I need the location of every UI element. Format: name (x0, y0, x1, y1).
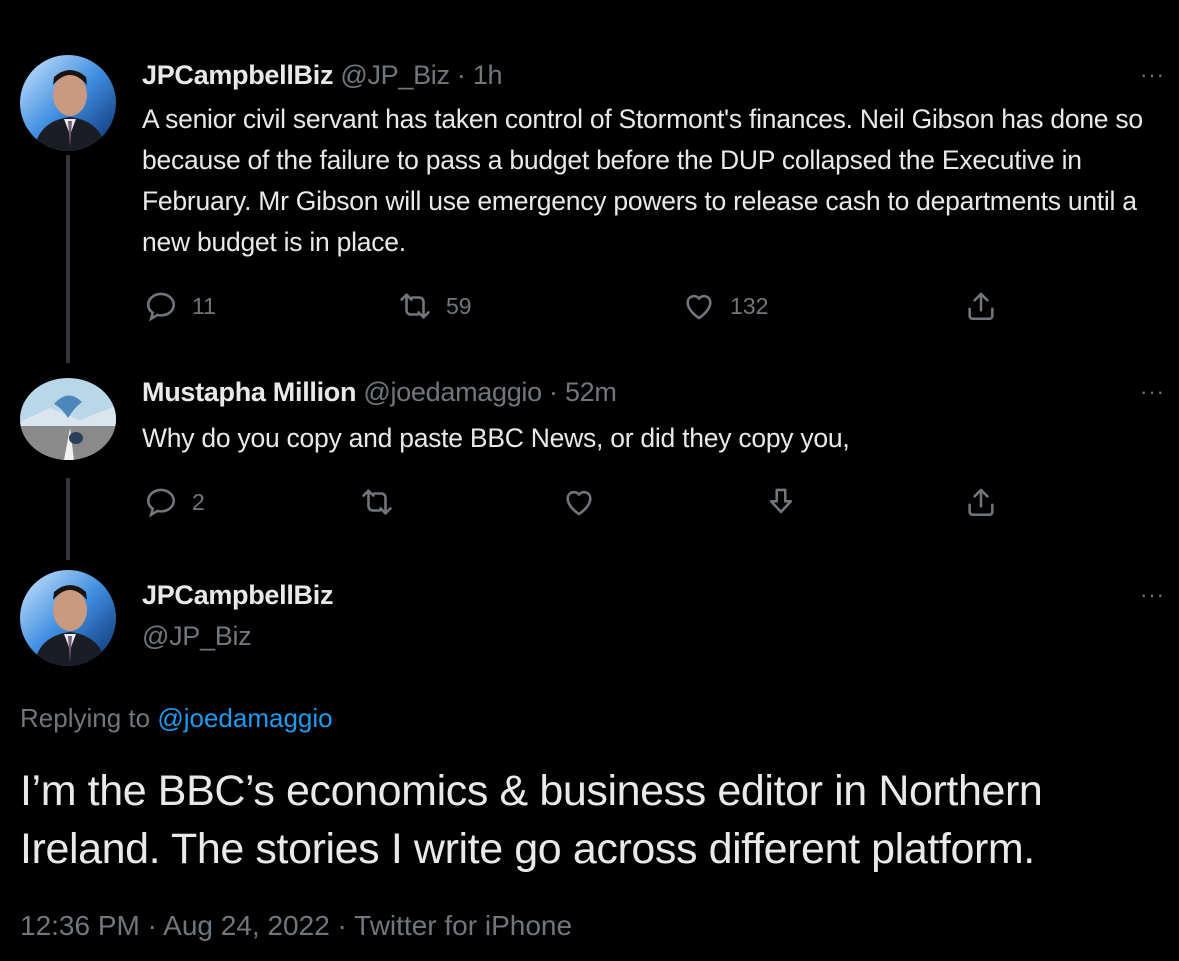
user-handle[interactable]: @JP_Biz (142, 621, 252, 652)
tweet-header: JPCampbellBiz @JP_Biz · 1h (142, 60, 503, 91)
replying-to: Replying to @joedamaggio (20, 703, 333, 734)
thread-line (66, 155, 70, 363)
retweet-button[interactable]: 59 (398, 289, 472, 323)
main-tweet-text: I’m the BBC’s economics & business edito… (20, 767, 1043, 873)
reply-button[interactable]: 11 (144, 289, 216, 323)
retweet-icon (362, 489, 392, 515)
like-button[interactable]: 132 (682, 289, 768, 323)
tweet-timestamp[interactable]: 12:36 PM · Aug 24, 2022 · Twitter for iP… (20, 910, 572, 942)
download-icon (769, 488, 793, 514)
tweet-header: Mustapha Million @joedamaggio · 52m (142, 377, 617, 408)
share-icon (968, 292, 994, 321)
replying-to-handle[interactable]: @joedamaggio (157, 703, 332, 733)
reply-button[interactable]: 2 (144, 485, 205, 519)
reply-icon (146, 292, 176, 322)
download-button[interactable] (764, 485, 798, 519)
reply-count: 11 (192, 292, 216, 319)
more-options-icon[interactable]: ··· (1140, 582, 1165, 608)
like-count: 132 (730, 292, 769, 319)
display-name[interactable]: JPCampbellBiz (142, 580, 333, 611)
separator: · (456, 60, 466, 90)
avatar[interactable] (20, 570, 116, 666)
retweet-button[interactable] (360, 485, 394, 519)
more-options-icon[interactable]: ··· (1140, 379, 1165, 405)
tweet-text: A senior civil servant has taken control… (142, 104, 1143, 257)
reply-icon (146, 488, 176, 518)
retweet-icon (400, 293, 430, 319)
replying-to-label: Replying to (20, 703, 158, 733)
share-button[interactable] (964, 485, 998, 519)
tweet-text: Why do you copy and paste BBC News, or d… (142, 423, 850, 453)
user-handle[interactable]: @joedamaggio (363, 377, 542, 407)
more-options-icon[interactable]: ··· (1140, 62, 1165, 88)
tweet-time[interactable]: 52m (565, 377, 617, 407)
reply-count: 2 (192, 488, 205, 515)
avatar[interactable] (20, 55, 116, 151)
separator: · (549, 377, 558, 407)
share-icon (968, 488, 994, 517)
like-button[interactable] (562, 485, 596, 519)
thread-line (66, 478, 70, 560)
retweet-count: 59 (446, 292, 472, 319)
share-button[interactable] (964, 289, 998, 323)
tweet-time[interactable]: 1h (473, 60, 503, 90)
avatar[interactable] (20, 378, 116, 460)
user-handle[interactable]: @JP_Biz (340, 60, 450, 90)
display-name[interactable]: Mustapha Million (142, 377, 357, 407)
heart-icon (686, 294, 712, 320)
heart-icon (566, 490, 592, 516)
display-name[interactable]: JPCampbellBiz (142, 60, 333, 90)
